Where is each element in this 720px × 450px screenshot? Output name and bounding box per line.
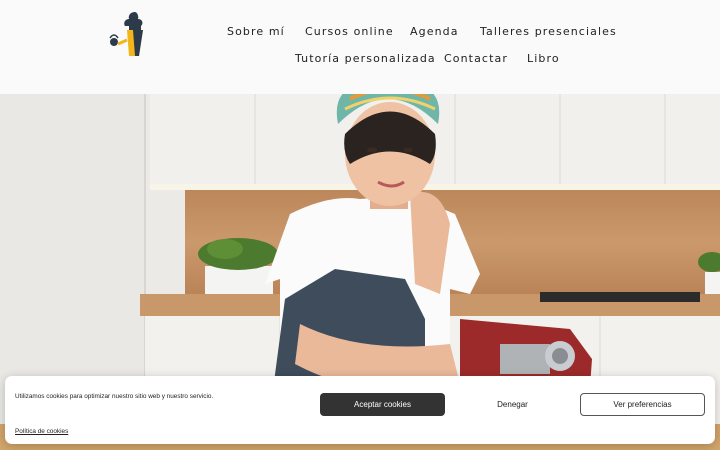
cookie-banner: Utilizamos cookies para optimizar nuestr…	[5, 376, 715, 444]
nav-item-sobre-mi[interactable]: Sobre mí	[227, 25, 285, 38]
deny-cookies-button[interactable]: Denegar	[450, 393, 575, 416]
cookie-preferences-button[interactable]: Ver preferencias	[580, 393, 705, 416]
nav-item-talleres-presenciales[interactable]: Talleres presenciales	[480, 25, 617, 38]
site-header: Sobre mí Cursos online Agenda Talleres p…	[0, 0, 720, 94]
accept-cookies-button[interactable]: Aceptar cookies	[320, 393, 445, 416]
nav-item-cursos-online[interactable]: Cursos online	[305, 25, 394, 38]
nav-item-contactar[interactable]: Contactar	[444, 52, 508, 65]
nav-item-libro[interactable]: Libro	[527, 52, 560, 65]
nav-item-tutoria-personalizada[interactable]: Tutoría personalizada	[295, 52, 436, 65]
nav-item-agenda[interactable]: Agenda	[410, 25, 459, 38]
cookie-message: Utilizamos cookies para optimizar nuestr…	[15, 393, 214, 400]
cookie-policy-link[interactable]: Política de cookies	[15, 428, 68, 435]
main-navigation: Sobre mí Cursos online Agenda Talleres p…	[0, 0, 720, 94]
